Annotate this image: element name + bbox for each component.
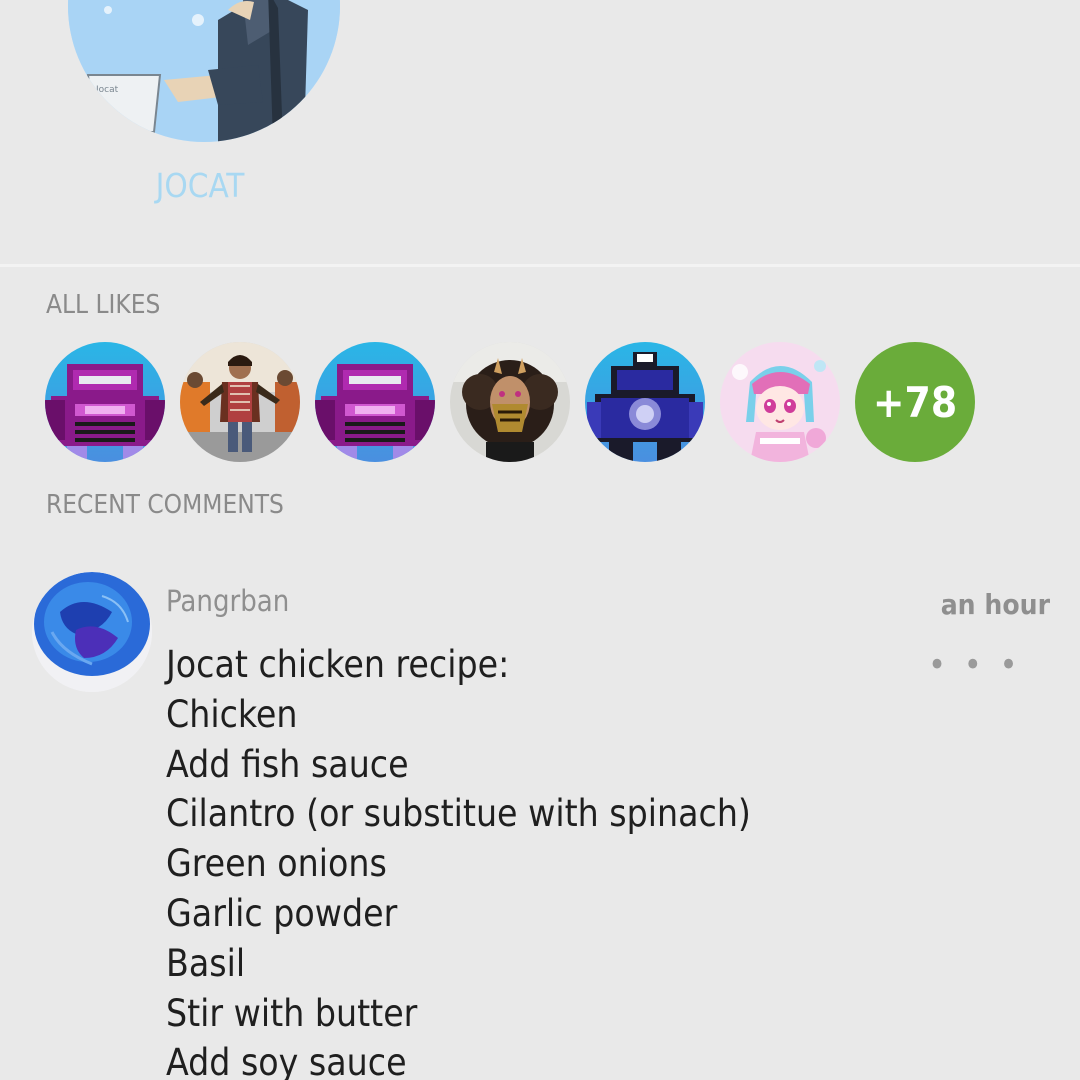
comment-line: Add fish sauce	[166, 742, 409, 786]
section-divider	[0, 264, 1080, 267]
like-avatar[interactable]	[450, 342, 570, 462]
comment-line: Stir with butter	[166, 991, 418, 1035]
like-avatar[interactable]	[315, 342, 435, 462]
anime-girl-avatar	[720, 342, 840, 462]
like-avatar[interactable]	[45, 342, 165, 462]
robot-avatar-purple	[315, 342, 435, 462]
svg-text:Jocat: Jocat	[95, 85, 119, 95]
comment-line: Garlic powder	[166, 891, 398, 935]
comment-line: Cilantro (or substitue with spinach)	[166, 792, 751, 836]
profile-avatar[interactable]: Jocat	[68, 0, 340, 142]
profile-name[interactable]: JOCAT	[0, 166, 400, 205]
comment-line: Basil	[166, 941, 246, 985]
robot-avatar-purple	[45, 342, 165, 462]
comment-line: Green onions	[166, 842, 387, 886]
comment-line: Add soy sauce	[166, 1041, 407, 1080]
more-likes-counter[interactable]: +78	[855, 342, 975, 462]
profile-page: Jocat JOCAT ALL LIKES +78 RECENT COMMENT…	[0, 0, 1080, 1080]
like-avatar[interactable]	[180, 342, 300, 462]
comment-options-icon[interactable]: • • •	[928, 648, 1022, 682]
comment-line: Chicken	[166, 692, 298, 736]
comment-author-name[interactable]: Pangrban	[166, 584, 289, 618]
comment-line: Jocat chicken recipe:	[166, 643, 510, 686]
likes-avatar-row: +78	[45, 342, 975, 462]
blue-abstract-avatar	[32, 572, 152, 692]
comment-timestamp: an hour	[940, 588, 1050, 621]
comment-author-avatar[interactable]	[32, 572, 152, 692]
profile-avatar-illustration: Jocat	[68, 0, 340, 142]
comment-body: Jocat chicken recipe: Chicken Add fish s…	[166, 640, 906, 1080]
recent-comments-heading: RECENT COMMENTS	[46, 490, 284, 520]
like-avatar[interactable]	[585, 342, 705, 462]
person-photo-avatar	[180, 342, 300, 462]
like-avatar[interactable]	[720, 342, 840, 462]
robot-avatar-blue	[585, 342, 705, 462]
masked-person-avatar	[450, 342, 570, 462]
all-likes-heading: ALL LIKES	[46, 290, 161, 320]
